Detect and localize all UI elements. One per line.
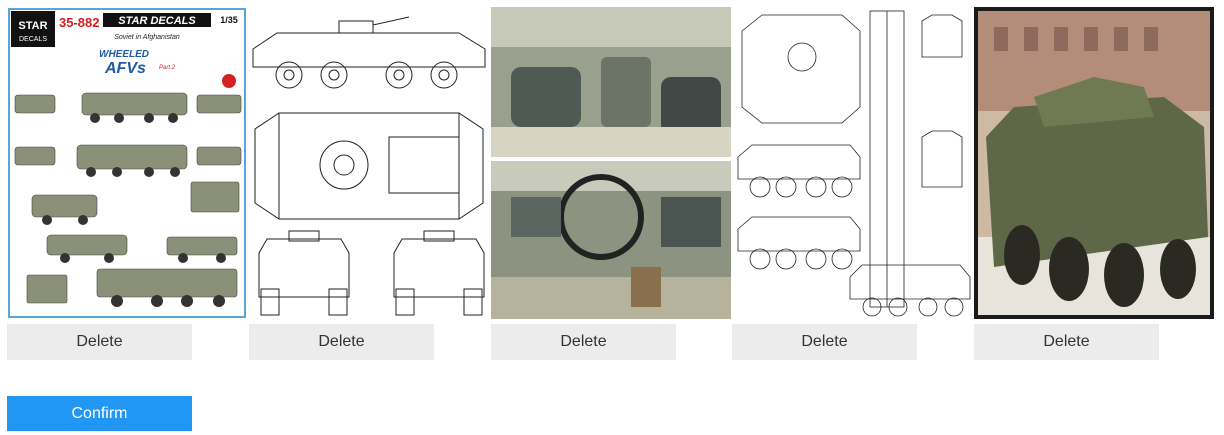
image-card: Delete (249, 7, 489, 360)
decal-sheet-image[interactable]: STAR DECALS 35-882 STAR DECALS 1/35 Sovi… (7, 7, 247, 319)
vehicle-photo-graphic (974, 7, 1214, 319)
delete-button[interactable]: Delete (491, 324, 676, 360)
image-card: STAR DECALS 35-882 STAR DECALS 1/35 Sovi… (7, 7, 247, 360)
brand-logo-top: STAR (18, 20, 47, 32)
vehicle-blueprint-image[interactable] (732, 7, 972, 319)
blueprint-graphic (732, 7, 972, 319)
interior-photo-graphic (491, 7, 731, 319)
image-card: Delete (491, 7, 731, 360)
image-card: Delete (732, 7, 972, 360)
armored-vehicle-photo[interactable] (974, 7, 1214, 319)
decal-title-line1: WHEELED (99, 49, 149, 60)
decal-subtitle: Soviet in Afghanistan (114, 34, 180, 41)
brand-logo-bottom: DECALS (19, 36, 47, 43)
delete-button[interactable]: Delete (732, 324, 917, 360)
delete-button[interactable]: Delete (974, 324, 1159, 360)
vehicle-line-drawing-image[interactable] (249, 7, 489, 319)
vehicle-interior-photo[interactable] (491, 7, 731, 319)
image-card: Delete (974, 7, 1214, 360)
decal-brand: STAR DECALS (118, 15, 196, 27)
delete-button[interactable]: Delete (7, 324, 192, 360)
line-drawing-graphic (249, 7, 489, 319)
confirm-button[interactable]: Confirm (7, 396, 192, 431)
decal-title-line2: AFVs (104, 60, 146, 77)
delete-button[interactable]: Delete (249, 324, 434, 360)
image-gallery: STAR DECALS 35-882 STAR DECALS 1/35 Sovi… (0, 0, 1224, 380)
decal-part: Part 2 (159, 65, 176, 71)
decal-sheet-graphic: STAR DECALS 35-882 STAR DECALS 1/35 Sovi… (7, 7, 247, 319)
decal-code: 35-882 (59, 15, 99, 30)
decal-scale: 1/35 (220, 15, 238, 25)
